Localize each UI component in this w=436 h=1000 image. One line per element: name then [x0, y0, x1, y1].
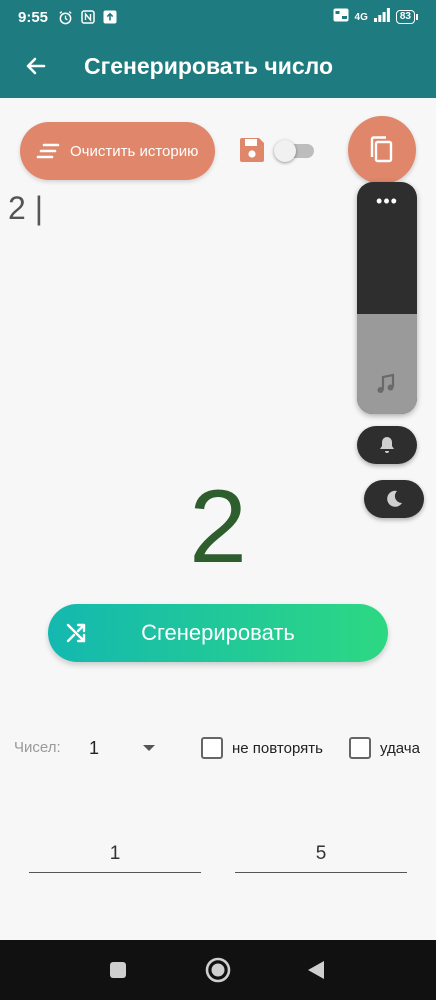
clear-list-icon: [36, 143, 60, 159]
generate-button[interactable]: Сгенерировать: [48, 604, 388, 662]
dropdown-arrow-icon: [143, 745, 155, 751]
toggle-thumb: [274, 140, 296, 162]
back-button[interactable]: [18, 48, 54, 84]
arrow-left-icon: [26, 57, 46, 75]
nfc-icon: [81, 10, 95, 24]
luck-box[interactable]: [349, 737, 371, 759]
volume-panel[interactable]: •••: [357, 182, 417, 414]
music-note-icon: [375, 373, 397, 400]
clear-history-button[interactable]: Очистить историю: [20, 122, 215, 180]
signal-icon: [373, 8, 390, 26]
save-icon: [238, 136, 266, 169]
upload-notification-icon: [103, 10, 117, 24]
count-label: Чисел:: [14, 739, 61, 756]
count-select[interactable]: 1: [86, 730, 162, 766]
home-circle-icon: [205, 957, 231, 983]
no-repeat-label: не повторять: [232, 739, 323, 757]
battery-icon: 83: [395, 10, 418, 24]
app-bar: Сгенерировать число: [0, 34, 436, 98]
min-input[interactable]: 1: [29, 838, 201, 873]
back-nav-button[interactable]: [306, 960, 326, 980]
triangle-back-icon: [308, 961, 324, 979]
luck-label: удача: [380, 739, 420, 757]
luck-checkbox[interactable]: удача: [349, 737, 420, 759]
recents-button[interactable]: [108, 960, 128, 980]
no-repeat-box[interactable]: [201, 737, 223, 759]
volte-icon: [333, 8, 349, 26]
clear-history-label: Очистить историю: [70, 142, 199, 160]
home-button[interactable]: [205, 957, 231, 983]
max-input[interactable]: 5: [235, 838, 407, 873]
generated-number: 2: [189, 469, 247, 585]
generate-label: Сгенерировать: [141, 620, 295, 645]
page-title: Сгенерировать число: [84, 52, 334, 79]
status-time: 9:55: [18, 8, 49, 26]
copy-button[interactable]: [348, 116, 416, 184]
battery-level: 83: [395, 10, 415, 24]
save-history-toggle[interactable]: [274, 140, 316, 162]
status-bar: 9:55 4G 83: [0, 0, 436, 34]
volume-more-button[interactable]: •••: [357, 192, 417, 210]
copy-icon: [370, 136, 393, 163]
count-value: 1: [89, 738, 100, 758]
square-icon: [110, 962, 126, 978]
no-repeat-checkbox[interactable]: не повторять: [201, 737, 323, 759]
network-type: 4G: [354, 11, 368, 23]
navigation-bar: [0, 940, 436, 1000]
bell-icon: [380, 437, 394, 453]
alarm-icon: [58, 10, 73, 25]
history-text: 2 |: [8, 190, 43, 226]
ringer-button[interactable]: [357, 426, 417, 464]
